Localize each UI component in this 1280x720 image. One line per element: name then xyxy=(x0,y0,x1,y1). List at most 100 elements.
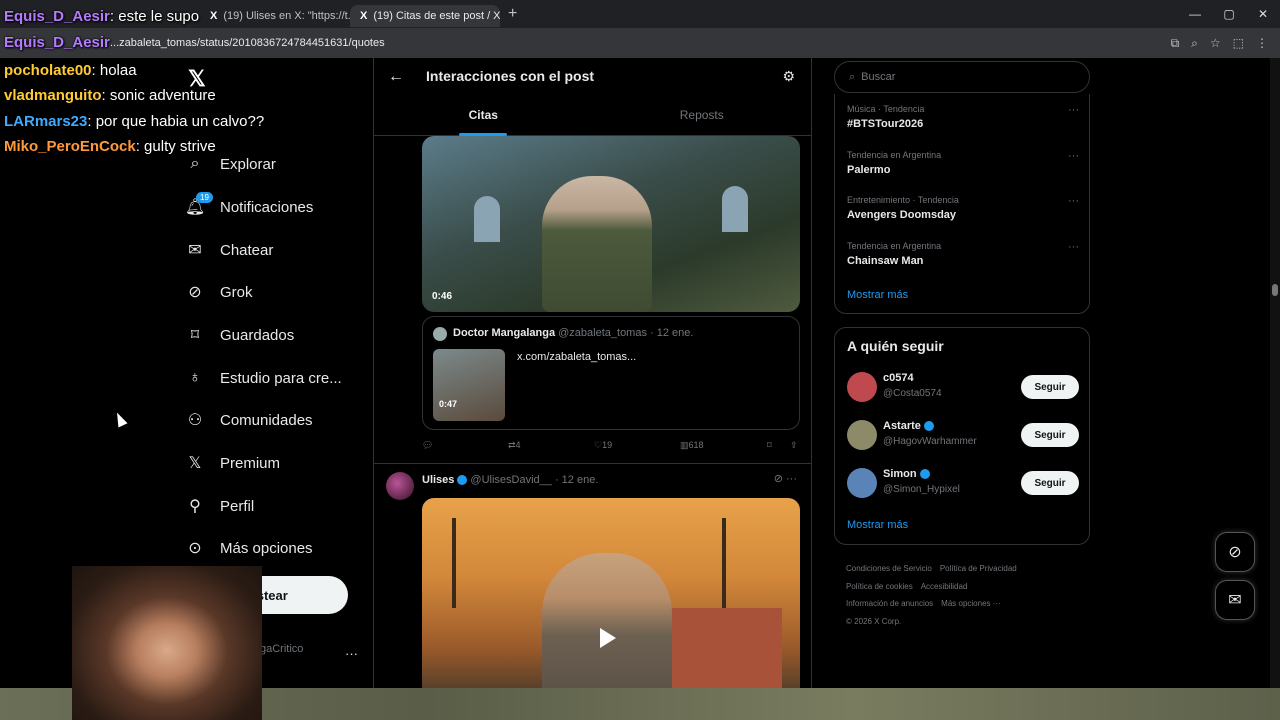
chat-text: : por que habia un calvo?? xyxy=(87,113,265,130)
post-video[interactable] xyxy=(422,498,800,688)
follow-button[interactable]: Seguir xyxy=(1021,471,1079,495)
bookmark-icon[interactable]: ⌑ xyxy=(767,440,772,451)
trend-meta: Entretenimiento · Tendencia xyxy=(847,195,959,205)
post-video[interactable]: 0:46 xyxy=(422,136,800,312)
more-icon: ⊙ xyxy=(188,540,202,557)
trend-item[interactable]: Tendencia en Argentina Chainsaw Man ··· xyxy=(847,241,1079,267)
nav-item-perfil[interactable]: ⚲ Perfil xyxy=(186,493,254,519)
star-icon[interactable]: ☆ xyxy=(1210,36,1221,51)
nav-label: Premium xyxy=(220,454,281,472)
trend-meta: Música · Tendencia xyxy=(847,104,925,114)
more-icon[interactable]: ··· xyxy=(1068,150,1079,162)
trends-panel: Música · Tendencia #BTSTour2026 ··· Tend… xyxy=(834,94,1090,314)
views-button[interactable]: ▥ 618 xyxy=(680,440,704,451)
view-count: 618 xyxy=(688,440,704,450)
follow-suggestion[interactable]: Astarte @HagovWarhammer Seguir xyxy=(847,418,1079,452)
nav-item-mas-opciones[interactable]: ⊙ Más opciones xyxy=(186,535,313,561)
nav-item-comunidades[interactable]: ⚇ Comunidades xyxy=(186,407,313,433)
scrollbar[interactable] xyxy=(1270,58,1280,688)
show-more-link[interactable]: Mostrar más xyxy=(847,519,908,531)
streamer-webcam xyxy=(72,566,262,720)
account-handle[interactable]: gaCritico xyxy=(260,643,303,655)
browser-tab[interactable]: X (19) Ulises en X: "https://t.co/l..." … xyxy=(200,5,350,27)
nav-item-grok[interactable]: ⊘ Grok xyxy=(186,279,253,305)
cast-icon[interactable]: ⧉ xyxy=(1171,36,1180,51)
nav-label: Más opciones xyxy=(220,539,313,557)
nav-item-estudio[interactable]: ♁ Estudio para cre... xyxy=(186,365,342,391)
nav-item-notificaciones[interactable]: 🔔︎ 19 Notificaciones xyxy=(185,192,314,220)
new-tab-icon[interactable]: + xyxy=(508,5,517,23)
follow-button[interactable]: Seguir xyxy=(1021,375,1079,399)
follow-button[interactable]: Seguir xyxy=(1021,423,1079,447)
avatar xyxy=(847,468,877,498)
nav-item-chatear[interactable]: ✉ Chatear xyxy=(186,237,273,263)
messages-float-icon[interactable]: ✉ xyxy=(1215,580,1255,620)
post-more-icon[interactable]: ⊘ ··· xyxy=(774,472,797,485)
repost-button[interactable]: ⇄ 4 xyxy=(508,440,521,451)
footer-link[interactable]: Más opciones ··· xyxy=(941,599,1001,608)
tab-citas[interactable]: Citas xyxy=(374,108,593,136)
account-more-icon[interactable]: ··· xyxy=(345,646,358,661)
more-icon[interactable]: ··· xyxy=(1068,195,1079,207)
tab-reposts[interactable]: Reposts xyxy=(593,108,812,136)
x-logo-icon: X xyxy=(360,10,368,22)
video-frame-person xyxy=(542,176,652,312)
page-title: Interacciones con el post xyxy=(426,68,595,84)
tab-title: (19) Ulises en X: "https://t.co/l..." xyxy=(223,10,350,22)
nav-label: Perfil xyxy=(220,497,255,515)
video-frame-palm xyxy=(452,518,456,608)
author-name[interactable]: Ulises xyxy=(422,474,454,486)
like-button[interactable]: ♡ 19 xyxy=(594,440,612,451)
footer-link[interactable]: Información de anuncios xyxy=(846,599,933,608)
trend-name: Chainsaw Man xyxy=(847,255,924,267)
footer-link[interactable]: Condiciones de Servicio xyxy=(846,564,932,573)
back-arrow-icon[interactable]: ← xyxy=(388,68,404,86)
trend-meta: Tendencia en Argentina xyxy=(847,241,942,251)
play-icon[interactable] xyxy=(600,628,616,648)
trend-item[interactable]: Entretenimiento · Tendencia Avengers Doo… xyxy=(847,195,1079,221)
address-bar[interactable]: ...zabaleta_tomas/status/201083672478445… xyxy=(110,37,1171,49)
avatar[interactable] xyxy=(386,472,414,500)
follow-suggestion[interactable]: Simon @Simon_Hypixel Seguir xyxy=(847,466,1079,500)
filter-icon[interactable]: ⚙ xyxy=(782,68,795,85)
chat-user: Equis_D_Aesir xyxy=(4,8,110,25)
footer-link[interactable]: Política de cookies xyxy=(846,582,913,591)
scrollbar-thumb[interactable] xyxy=(1272,284,1278,296)
more-icon[interactable]: ··· xyxy=(1068,241,1079,253)
nav-item-guardados[interactable]: ⌑ Guardados xyxy=(186,322,294,348)
menu-icon[interactable]: ⋮ xyxy=(1256,36,1268,51)
chat-user: LARmars23 xyxy=(4,113,88,130)
author-name: Doctor Mangalanga xyxy=(453,327,556,339)
chat-message: LARmars23: por que habia un calvo?? xyxy=(4,109,264,135)
quoted-post[interactable]: Doctor Mangalanga @zabaleta_tomas · 12 e… xyxy=(422,316,800,430)
nav-item-premium[interactable]: 𝕏 Premium xyxy=(186,450,280,476)
share-icon[interactable]: ⇪ xyxy=(790,440,798,451)
zoom-icon[interactable]: ⌕ xyxy=(1191,36,1198,51)
close-window-icon[interactable]: ✕ xyxy=(1246,0,1280,28)
follow-suggestion[interactable]: c0574 @Costa0574 Seguir xyxy=(847,370,1079,404)
footer-link[interactable]: Política de Privacidad xyxy=(940,564,1017,573)
quoted-link[interactable]: x.com/zabaleta_tomas... xyxy=(517,351,636,363)
footer-links: Condiciones de Servicio Política de Priva… xyxy=(846,560,1086,630)
more-icon[interactable]: ··· xyxy=(1068,104,1079,116)
maximize-icon[interactable]: ▢ xyxy=(1212,0,1246,28)
minimize-icon[interactable]: — xyxy=(1178,0,1212,28)
browser-tab-active[interactable]: X (19) Citas de este post / X ✕ xyxy=(350,5,500,27)
extensions-icon[interactable]: ⬚ xyxy=(1233,36,1244,51)
author-handle: @zabaleta_tomas · 12 ene. xyxy=(558,327,694,339)
verified-badge-icon xyxy=(919,469,930,480)
quoted-video-thumbnail[interactable]: 0:47 xyxy=(433,349,505,421)
show-more-link[interactable]: Mostrar más xyxy=(847,289,1079,301)
chat-message: Equis_D_Aesir xyxy=(4,30,110,56)
trend-item[interactable]: Tendencia en Argentina Palermo ··· xyxy=(847,150,1079,176)
nav-label: Grok xyxy=(220,283,253,301)
grok-float-icon[interactable]: ⊘ xyxy=(1215,532,1255,572)
trend-item[interactable]: Música · Tendencia #BTSTour2026 ··· xyxy=(847,104,1079,130)
reply-icon[interactable]: 💬︎ xyxy=(422,440,433,451)
address-bar-row: ...zabaleta_tomas/status/201083672478445… xyxy=(0,28,1280,58)
search-input[interactable]: ⌕ Buscar xyxy=(834,61,1090,93)
nav-label: Notificaciones xyxy=(220,198,314,216)
footer-link[interactable]: Accesibilidad xyxy=(921,582,968,591)
mail-icon: ✉ xyxy=(188,242,202,259)
chat-user: Miko_PeroEnCock xyxy=(4,138,136,155)
